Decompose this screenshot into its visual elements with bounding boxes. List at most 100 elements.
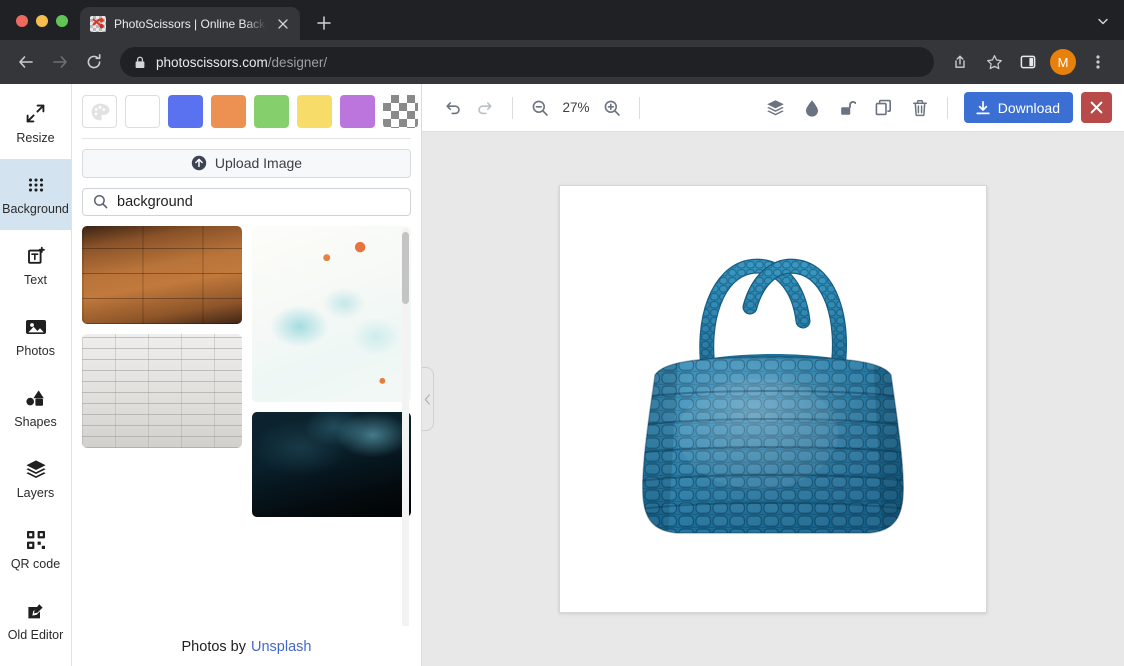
browser-tabstrip: PhotoScissors | Online Backgro <box>0 0 1124 40</box>
object-tools <box>761 93 935 123</box>
editor-canvas[interactable] <box>559 185 987 613</box>
lock-icon <box>134 56 146 69</box>
browser-tab[interactable]: PhotoScissors | Online Backgro <box>80 7 300 40</box>
maximize-window-button[interactable] <box>56 15 68 27</box>
download-icon <box>975 100 991 116</box>
text-add-icon <box>26 245 46 267</box>
download-button[interactable]: Download <box>964 92 1073 123</box>
close-editor-button[interactable] <box>1081 92 1112 123</box>
unsplash-link[interactable]: Unsplash <box>251 639 311 655</box>
sidebar-item-label: Shapes <box>14 416 56 429</box>
canvas-area[interactable] <box>422 132 1124 666</box>
duplicate-icon[interactable] <box>869 93 899 123</box>
left-sidebar: Resize Background <box>0 84 72 666</box>
redo-icon[interactable] <box>470 93 500 123</box>
sidebar-item-label: Resize <box>16 132 54 145</box>
photo-icon <box>25 316 47 338</box>
avatar[interactable]: M <box>1050 49 1076 75</box>
color-swatch-row <box>72 84 421 138</box>
chevron-left-icon <box>424 394 431 405</box>
swatch-white[interactable] <box>125 95 160 128</box>
upload-image-label: Upload Image <box>215 155 302 171</box>
sidebar-item-label: Old Editor <box>8 629 64 642</box>
sidebar-item-label: Background <box>2 203 69 216</box>
sidebar-item-text[interactable]: Text <box>0 230 71 301</box>
layers-icon[interactable] <box>761 93 791 123</box>
scrollbar-thumb[interactable] <box>402 232 409 304</box>
thumbnail-marble-watercolor[interactable] <box>252 226 412 402</box>
thumbnail-white-brick-wall[interactable] <box>82 334 242 448</box>
side-panel-icon[interactable] <box>1012 46 1044 78</box>
background-thumbnail-list[interactable] <box>72 226 421 626</box>
qr-code-icon <box>26 529 46 551</box>
panel-divider <box>82 138 411 139</box>
browser-window: PhotoScissors | Online Backgro <box>0 0 1124 666</box>
chevron-down-icon[interactable] <box>1088 6 1118 36</box>
photoscissors-favicon <box>90 16 106 32</box>
search-input-value: background <box>117 194 193 210</box>
shapes-icon <box>25 387 47 409</box>
undo-icon[interactable] <box>438 93 468 123</box>
forward-button[interactable] <box>44 46 76 78</box>
url-bar[interactable]: photoscissors.com/designer/ <box>120 47 934 77</box>
bag-body <box>633 349 923 549</box>
upload-circle-icon <box>191 155 207 171</box>
sidebar-item-photos[interactable]: Photos <box>0 301 71 372</box>
thumbnail-wood-planks[interactable] <box>82 226 242 324</box>
blue-crocodile-handbag[interactable] <box>593 229 953 569</box>
minimize-window-button[interactable] <box>36 15 48 27</box>
window-traffic-lights <box>10 15 80 40</box>
sidebar-item-label: Photos <box>16 345 55 358</box>
download-label: Download <box>998 100 1060 116</box>
toolbar-divider <box>639 97 640 119</box>
dots-grid-icon <box>26 174 46 196</box>
sidebar-item-old-editor[interactable]: Old Editor <box>0 585 71 656</box>
swatch-orange[interactable] <box>211 95 246 128</box>
search-icon <box>93 194 108 209</box>
url-domain: photoscissors.com <box>156 55 268 70</box>
back-button[interactable] <box>10 46 42 78</box>
thumbnail-grid <box>82 226 411 626</box>
panel-collapse-handle[interactable] <box>422 367 434 431</box>
swatch-purple[interactable] <box>340 95 375 128</box>
omnibar-actions: M <box>944 46 1114 78</box>
sidebar-item-label: Text <box>24 274 47 287</box>
close-window-button[interactable] <box>16 15 28 27</box>
thumbnail-scrollbar[interactable] <box>402 228 409 626</box>
browser-omnibar: photoscissors.com/designer/ M <box>0 40 1124 84</box>
resize-icon <box>25 103 46 125</box>
sidebar-item-label: QR code <box>11 558 60 571</box>
sidebar-item-background[interactable]: Background <box>0 159 71 230</box>
star-icon[interactable] <box>978 46 1010 78</box>
photos-credit-text: Photos by <box>182 639 247 655</box>
new-tab-button[interactable] <box>310 9 338 37</box>
zoom-in-icon[interactable] <box>597 93 627 123</box>
trash-icon[interactable] <box>905 93 935 123</box>
close-icon[interactable] <box>274 15 292 33</box>
swatch-transparent[interactable] <box>383 95 418 128</box>
opacity-droplet-icon[interactable] <box>797 93 827 123</box>
sidebar-item-qr-code[interactable]: QR code <box>0 514 71 585</box>
swatch-green[interactable] <box>254 95 289 128</box>
reload-button[interactable] <box>78 46 110 78</box>
panel-footer: Photos by Unsplash <box>72 626 421 666</box>
toolbar-divider <box>512 97 513 119</box>
layers-icon <box>25 458 47 480</box>
sidebar-item-layers[interactable]: Layers <box>0 443 71 514</box>
upload-image-button[interactable]: Upload Image <box>82 149 411 178</box>
swatch-yellow[interactable] <box>297 95 332 128</box>
editor-toolbar: 27% <box>422 84 1124 132</box>
url-text: photoscissors.com/designer/ <box>156 55 327 70</box>
three-dot-menu-icon[interactable] <box>1082 46 1114 78</box>
swatch-blue[interactable] <box>168 95 203 128</box>
thumbnail-dark-clouds[interactable] <box>252 412 412 517</box>
search-input[interactable]: background <box>82 188 411 217</box>
zoom-out-icon[interactable] <box>525 93 555 123</box>
share-icon[interactable] <box>944 46 976 78</box>
editor-area: 27% <box>422 84 1124 666</box>
unlock-icon[interactable] <box>833 93 863 123</box>
app-body: Resize Background <box>0 84 1124 666</box>
sidebar-item-shapes[interactable]: Shapes <box>0 372 71 443</box>
sidebar-item-resize[interactable]: Resize <box>0 88 71 159</box>
swatch-color-picker[interactable] <box>82 95 117 128</box>
